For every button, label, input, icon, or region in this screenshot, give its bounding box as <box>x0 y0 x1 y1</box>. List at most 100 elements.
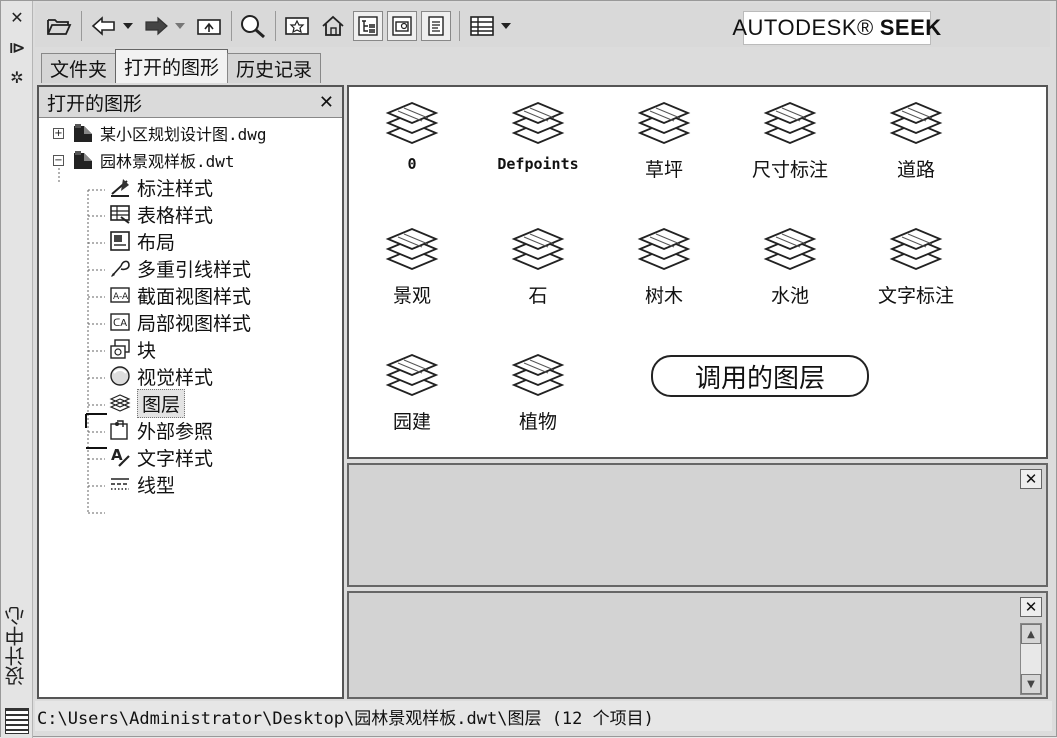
favorites-button[interactable] <box>281 11 313 41</box>
svg-text:ᑕA: ᑕA <box>113 318 127 329</box>
tree-item-visualstyle[interactable]: 视觉样式 <box>109 363 213 389</box>
tree-item-textstyle[interactable]: A 文字样式 <box>109 444 213 470</box>
tree-item-label: 文字样式 <box>137 447 214 470</box>
layer-name: 道路 <box>896 159 935 181</box>
views-icon <box>470 16 494 36</box>
seek-word: SEEK <box>879 15 942 40</box>
open-folder-icon <box>47 19 72 35</box>
dimstyle-icon <box>109 176 131 198</box>
tree-item-label: 线型 <box>137 474 176 497</box>
tree-item-label: 图层 <box>137 388 186 418</box>
preview-toggle-button[interactable] <box>387 11 417 41</box>
layer-stack-icon <box>637 228 691 270</box>
home-button[interactable] <box>317 11 349 41</box>
layer-item[interactable]: 尺寸标注 <box>735 93 845 193</box>
layer-stack-icon <box>385 354 439 396</box>
layer-item[interactable]: 植物 <box>483 345 593 445</box>
close-icon[interactable]: ✕ <box>319 92 334 113</box>
layer-name: 树木 <box>644 285 683 307</box>
layer-item[interactable]: 水池 <box>735 219 845 319</box>
autohide-icon[interactable]: ⧐ <box>7 37 27 57</box>
forward-button[interactable] <box>141 11 171 41</box>
tree-item-label: 视觉样式 <box>137 366 214 389</box>
dropdown-arrow-icon <box>123 23 133 29</box>
tree-item-tablestyle[interactable]: 表格样式 <box>109 201 213 227</box>
views-dropdown[interactable] <box>499 11 513 41</box>
layer-item[interactable]: 文字标注 <box>861 219 971 319</box>
layer-stack-icon <box>385 102 439 144</box>
scroll-down-icon[interactable]: ▼ <box>1021 674 1041 694</box>
back-button[interactable] <box>89 11 119 41</box>
tree-drawing-item[interactable]: − 园林景观样板.dwt <box>53 147 235 173</box>
tree-item-sectionview[interactable]: A-A 截面视图样式 <box>109 282 251 308</box>
tree-item-xref[interactable]: 外部参照 <box>109 417 213 443</box>
drawing-file-icon <box>72 122 94 144</box>
layer-item[interactable]: 树木 <box>609 219 719 319</box>
textstyle-icon: A <box>109 446 131 468</box>
favorites-icon <box>285 17 309 35</box>
tree-drawing-label: 园林景观样板.dwt <box>100 152 235 171</box>
tab-history[interactable]: 历史记录 <box>227 53 322 83</box>
close-icon[interactable]: ✕ <box>7 7 27 27</box>
content-area: 0 Defpoints 草坪 尺寸标注 道路 景观 石 树木 水池 文字标注 园… <box>347 85 1048 459</box>
layer-stack-icon <box>511 354 565 396</box>
scroll-up-icon[interactable]: ▲ <box>1021 624 1041 644</box>
preview-icon <box>392 16 412 36</box>
views-button[interactable] <box>467 11 497 41</box>
tab-open-drawings[interactable]: 打开的图形 <box>115 49 229 83</box>
description-toggle-button[interactable] <box>421 11 451 41</box>
layer-name: 植物 <box>518 411 557 433</box>
tablestyle-icon <box>109 203 131 225</box>
tree-item-label: 截面视图样式 <box>137 285 252 308</box>
forward-arrow-icon <box>145 16 168 36</box>
mleaderstyle-icon <box>109 257 131 279</box>
tab-folders[interactable]: 文件夹 <box>41 53 117 83</box>
tree-drawing-item[interactable]: + 某小区规划设计图.dwg <box>53 120 267 146</box>
back-dropdown[interactable] <box>121 11 135 41</box>
close-icon[interactable]: ✕ <box>1020 469 1042 489</box>
grip-icon[interactable] <box>5 708 29 734</box>
drawing-file-icon <box>72 149 94 171</box>
callout-annotation: 调用的图层 <box>651 355 869 397</box>
tree-view-toggle-button[interactable] <box>353 11 383 41</box>
layer-name: 尺寸标注 <box>751 159 828 181</box>
vertical-scrollbar[interactable]: ▲ ▼ <box>1020 623 1042 695</box>
layer-stack-icon <box>511 102 565 144</box>
up-button[interactable] <box>193 11 225 41</box>
collapse-icon[interactable]: − <box>53 154 64 166</box>
tree-view-icon <box>358 16 378 36</box>
layer-item[interactable]: Defpoints <box>483 93 593 193</box>
layer-stack-icon <box>889 228 943 270</box>
forward-dropdown[interactable] <box>173 11 187 41</box>
layer-item[interactable]: 草坪 <box>609 93 719 193</box>
sectionview-icon: A-A <box>109 284 131 306</box>
svg-text:A-A: A-A <box>113 292 129 302</box>
tree-item-mleaderstyle[interactable]: 多重引线样式 <box>109 255 251 281</box>
properties-icon[interactable]: ✲ <box>7 67 27 87</box>
autodesk-seek-button[interactable]: AUTODESK® SEEK <box>732 11 941 45</box>
dropdown-arrow-icon <box>175 23 185 29</box>
tree-item-block[interactable]: 块 <box>109 336 156 362</box>
detailview-icon: ᑕA <box>109 311 131 333</box>
tree-item-detailview[interactable]: ᑕA 局部视图样式 <box>109 309 251 335</box>
load-button[interactable] <box>43 11 75 41</box>
layer-item[interactable]: 石 <box>483 219 593 319</box>
layer-item[interactable]: 0 <box>357 93 467 193</box>
description-icon <box>428 16 444 36</box>
tree-item-linetype[interactable]: 线型 <box>109 471 175 497</box>
tree-item-label: 表格样式 <box>137 204 214 227</box>
layer-item[interactable]: 景观 <box>357 219 467 319</box>
tree-view-panel: 打开的图形 ✕ + 某小区规划设计图.dwg − 园林景观样板.dwt 标注样式… <box>37 85 344 699</box>
block-icon <box>109 338 131 360</box>
layer-item[interactable]: 道路 <box>861 93 971 193</box>
close-icon[interactable]: ✕ <box>1020 597 1042 617</box>
tree-item-layers[interactable]: 图层 <box>109 388 186 418</box>
search-icon <box>241 15 265 39</box>
tree-item-layout[interactable]: 布局 <box>109 228 175 254</box>
search-button[interactable] <box>237 11 269 41</box>
layer-stack-icon <box>385 228 439 270</box>
expand-icon[interactable]: + <box>53 127 64 139</box>
layer-item[interactable]: 园建 <box>357 345 467 445</box>
tree-item-dimstyle[interactable]: 标注样式 <box>109 174 213 200</box>
toolbar: AUTODESK® SEEK <box>35 3 1050 47</box>
